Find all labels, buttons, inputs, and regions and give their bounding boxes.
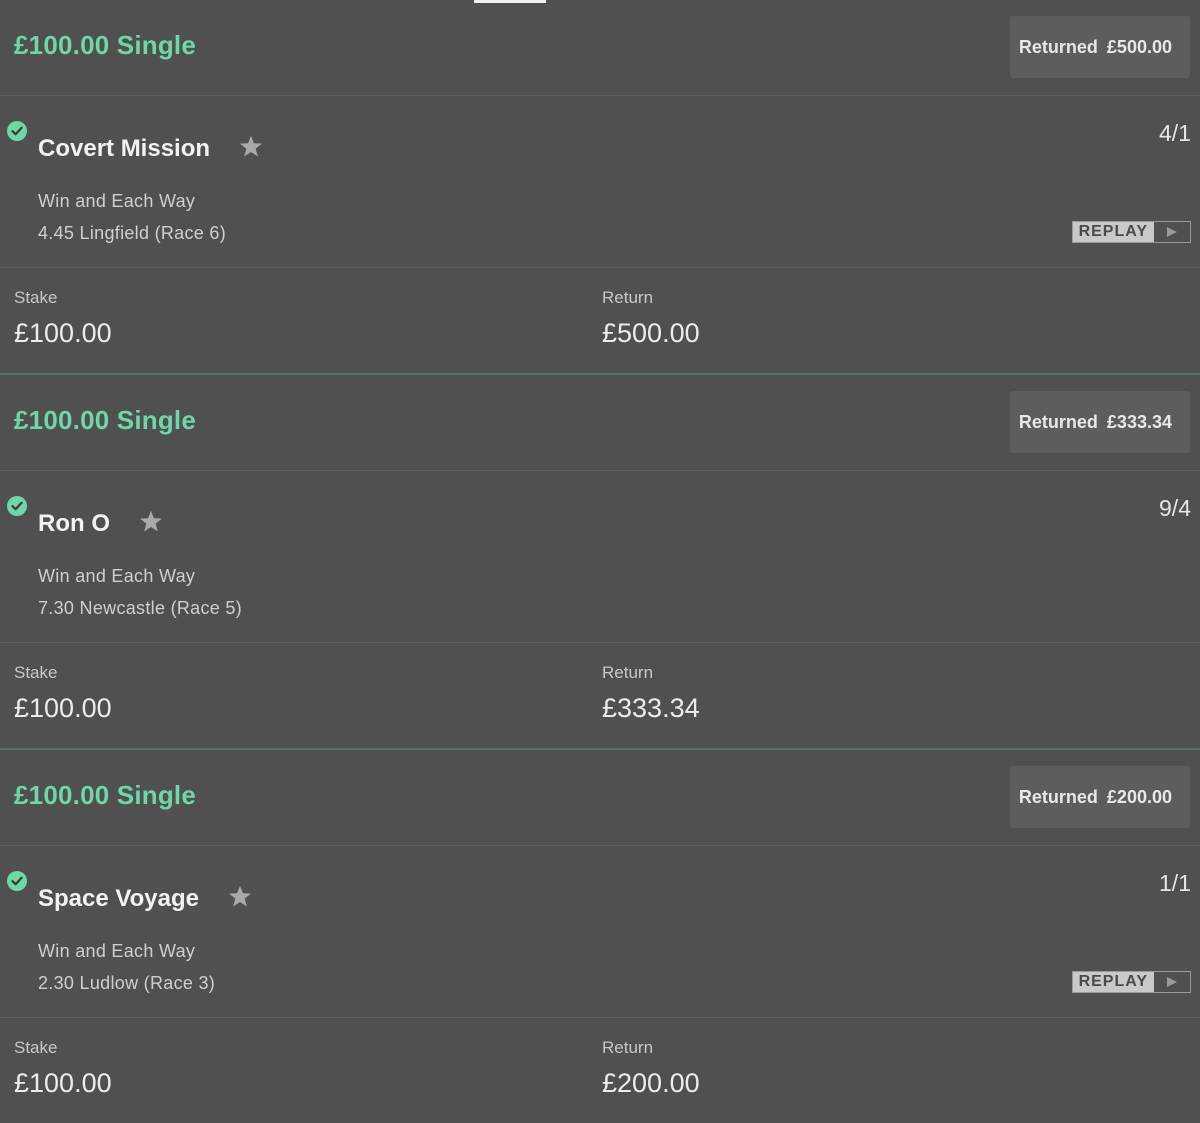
selection-odds: 1/1 <box>1159 870 1191 896</box>
bet-card: £100.00 Single Returned £200.00 Space Vo… <box>0 748 1200 1123</box>
replay-button[interactable]: REPLAY <box>1071 221 1191 243</box>
selection-odds: 9/4 <box>1159 495 1191 521</box>
replay-label: REPLAY <box>1072 972 1154 992</box>
market-name: Win and Each Way <box>38 191 196 211</box>
play-icon <box>1154 222 1190 242</box>
selection-row: Ron O 9/4 Win and Each Way 7.30 Newcastl… <box>0 471 1200 643</box>
bet-header: £100.00 Single Returned £200.00 <box>0 750 1200 846</box>
stake-label: Stake <box>14 663 58 682</box>
returned-label: Returned <box>1018 36 1098 57</box>
return-label: Return <box>602 288 654 307</box>
bet-card: £100.00 Single Returned £500.00 Covert M… <box>0 0 1200 373</box>
returned-badge: Returned £333.34 <box>1009 391 1190 453</box>
stake-value: £100.00 <box>14 1068 112 1098</box>
selection-name-text: Covert Mission <box>38 135 211 162</box>
returned-label: Returned <box>1018 786 1098 807</box>
bet-title: £100.00 Single <box>14 405 197 435</box>
return-label: Return <box>602 663 654 682</box>
return-value: £200.00 <box>602 1068 700 1098</box>
selection-odds: 4/1 <box>1159 120 1191 146</box>
replay-button[interactable]: REPLAY <box>1071 971 1191 993</box>
stake-value: £100.00 <box>14 693 112 723</box>
star-icon[interactable] <box>239 135 263 165</box>
stake-label: Stake <box>14 1038 58 1057</box>
return-label: Return <box>602 1038 654 1057</box>
replay-label: REPLAY <box>1072 222 1154 242</box>
market-name: Win and Each Way <box>38 566 196 586</box>
selection-name: Covert Mission <box>38 135 263 165</box>
returned-badge: Returned £500.00 <box>1009 16 1190 78</box>
bet-title: £100.00 Single <box>14 780 197 810</box>
returned-amount: £500.00 <box>1106 36 1172 57</box>
returned-amount: £333.34 <box>1106 411 1172 432</box>
event-name: 7.30 Newcastle (Race 5) <box>38 598 242 618</box>
selection-row: Covert Mission 4/1 Win and Each Way 4.45… <box>0 96 1200 268</box>
returned-badge: Returned £200.00 <box>1009 766 1190 828</box>
play-icon <box>1154 972 1190 992</box>
event-name: 2.30 Ludlow (Race 3) <box>38 973 216 993</box>
selection-name: Ron O <box>38 510 163 540</box>
star-icon[interactable] <box>228 885 252 915</box>
stake-value: £100.00 <box>14 318 112 348</box>
market-name: Win and Each Way <box>38 941 196 961</box>
star-icon[interactable] <box>139 510 163 540</box>
check-circle-icon <box>7 871 27 891</box>
selection-name-text: Space Voyage <box>38 885 199 912</box>
return-value: £500.00 <box>602 318 700 348</box>
return-value: £333.34 <box>602 693 700 723</box>
stake-label: Stake <box>14 288 58 307</box>
bet-header: £100.00 Single Returned £333.34 <box>0 375 1200 471</box>
returned-label: Returned <box>1018 411 1098 432</box>
selection-row: Space Voyage 1/1 Win and Each Way 2.30 L… <box>0 846 1200 1018</box>
check-circle-icon <box>7 496 27 516</box>
check-circle-icon <box>7 121 27 141</box>
returned-amount: £200.00 <box>1106 786 1172 807</box>
event-name: 4.45 Lingfield (Race 6) <box>38 223 227 243</box>
bet-card: £100.00 Single Returned £333.34 Ron O 9/… <box>0 373 1200 748</box>
selection-name-text: Ron O <box>38 510 110 537</box>
bet-header: £100.00 Single Returned £500.00 <box>0 0 1200 96</box>
bet-title: £100.00 Single <box>14 30 197 60</box>
selection-name: Space Voyage <box>38 885 252 915</box>
